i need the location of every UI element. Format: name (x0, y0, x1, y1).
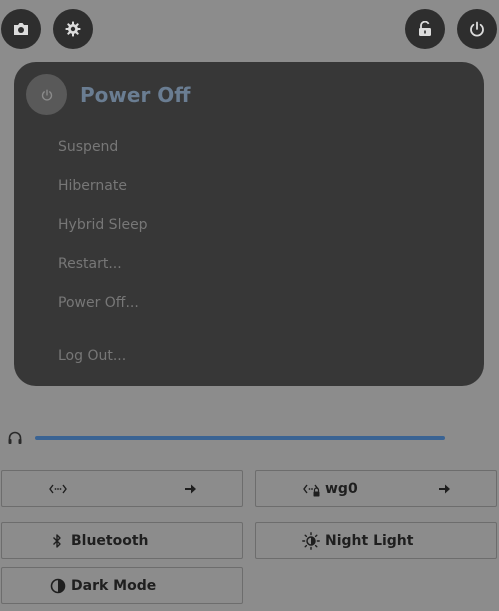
menu-item-suspend[interactable]: Suspend (58, 138, 118, 156)
menu-item-hybrid-sleep[interactable]: Hybrid Sleep (58, 216, 148, 234)
power-menu-panel: Power Off Suspend Hibernate Hybrid Sleep… (14, 62, 484, 386)
gear-icon (65, 21, 81, 37)
night-light-label: Night Light (325, 532, 414, 549)
vpn-icon (303, 482, 323, 498)
camera-icon (14, 23, 28, 35)
night-light-toggle[interactable]: Night Light (255, 522, 497, 559)
power-menu-title: Power Off (80, 82, 191, 107)
vpn-toggle[interactable]: wg0 (255, 470, 497, 507)
menu-item-restart[interactable]: Restart... (58, 255, 122, 273)
power-icon (41, 88, 52, 101)
sun-icon (302, 532, 320, 550)
network-icon (49, 482, 67, 496)
dark-mode-label: Dark Mode (71, 577, 157, 594)
settings-button[interactable] (53, 9, 93, 49)
arrow-right-icon (439, 484, 450, 494)
headphones-icon (8, 431, 22, 444)
lock-button[interactable] (405, 9, 445, 49)
dark-mode-toggle[interactable]: Dark Mode (1, 567, 243, 604)
lock-icon (419, 21, 431, 36)
bluetooth-icon (52, 533, 62, 549)
menu-item-hibernate[interactable]: Hibernate (58, 177, 127, 195)
power-icon (470, 21, 484, 37)
menu-item-power-off[interactable]: Power Off... (58, 294, 139, 312)
arrow-right-icon (185, 484, 196, 494)
power-button[interactable] (457, 9, 497, 49)
bluetooth-label: Bluetooth (71, 532, 149, 549)
volume-slider[interactable] (35, 436, 445, 440)
vpn-label: wg0 (325, 480, 358, 497)
power-menu-header: Power Off (26, 74, 190, 115)
power-menu-icon-wrap (26, 74, 67, 115)
menu-item-log-out[interactable]: Log Out... (58, 347, 126, 365)
screenshot-button[interactable] (1, 9, 41, 49)
network-toggle[interactable] (1, 470, 243, 507)
bluetooth-toggle[interactable]: Bluetooth (1, 522, 243, 559)
volume-row (8, 429, 448, 447)
contrast-icon (50, 578, 66, 594)
